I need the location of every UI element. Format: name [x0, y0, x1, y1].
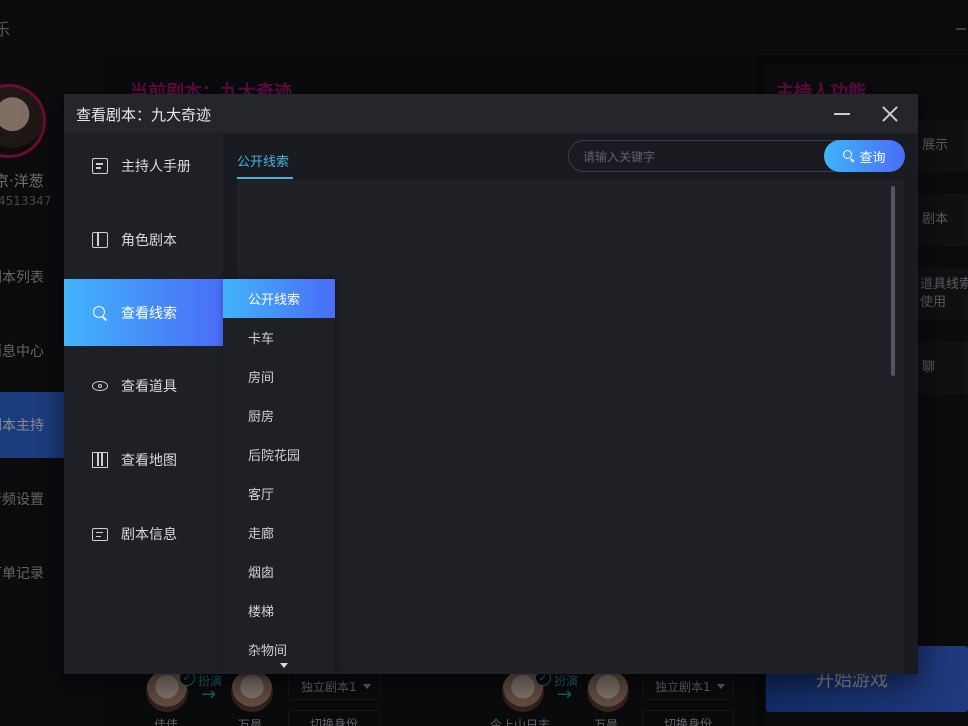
search-input[interactable]: [583, 148, 813, 166]
nav-item-label: 查看线索: [121, 305, 177, 322]
view-script-dialog: 查看剧本：九大奇迹 公开线索 查询 主持人手册 角色剧本 查看线索 查看道具 查…: [64, 94, 918, 674]
nav-item-view-clues[interactable]: 查看线索: [64, 279, 223, 346]
tab-public-clues[interactable]: 公开线索: [237, 151, 289, 170]
submenu-item[interactable]: 卡车: [223, 318, 335, 357]
search-icon: [92, 305, 108, 321]
tab-underline: [237, 177, 293, 179]
dialog-header: 查看剧本：九大奇迹: [64, 94, 918, 133]
nav-item-label: 剧本信息: [121, 527, 177, 543]
nav-item-label: 角色剧本: [121, 233, 177, 249]
caret-down-icon[interactable]: [280, 663, 288, 668]
search-button[interactable]: 查询: [824, 140, 905, 172]
search-icon: [843, 150, 855, 162]
search-box: 查询: [568, 140, 905, 172]
submenu-item[interactable]: 楼梯: [223, 591, 335, 630]
submenu-item[interactable]: 房间: [223, 357, 335, 396]
eye-icon: [92, 378, 108, 394]
submenu-item[interactable]: 走廊: [223, 513, 335, 552]
submenu-item-public[interactable]: 公开线索: [223, 279, 335, 318]
submenu-item[interactable]: 厨房: [223, 396, 335, 435]
minimize-icon[interactable]: [832, 104, 854, 124]
submenu-item[interactable]: 烟囱: [223, 552, 335, 591]
submenu-item[interactable]: 后院花园: [223, 435, 335, 474]
submenu-item[interactable]: 客厅: [223, 474, 335, 513]
clue-list-area: [237, 180, 904, 674]
handbook-icon: [92, 158, 108, 174]
nav-item-label: 查看道具: [121, 379, 177, 395]
search-button-label: 查询: [859, 150, 886, 166]
nav-item-label: 主持人手册: [121, 159, 191, 175]
book-icon: [92, 232, 108, 248]
dialog-nav: 主持人手册 角色剧本 查看线索 查看道具 查看地图 剧本信息: [64, 133, 223, 674]
nav-item-view-props[interactable]: 查看道具: [64, 353, 223, 419]
nav-item-label: 查看地图: [121, 453, 177, 469]
dialog-title: 查看剧本：九大奇迹: [76, 106, 212, 124]
clue-location-submenu: 公开线索 卡车 房间 厨房 后院花园 客厅 走廊 烟囱 楼梯 杂物间: [223, 279, 335, 674]
nav-item-script-info[interactable]: 剧本信息: [64, 501, 223, 567]
scrollbar[interactable]: [891, 186, 895, 376]
nav-item-view-map[interactable]: 查看地图: [64, 427, 223, 493]
info-icon: [92, 527, 108, 541]
nav-item-role-script[interactable]: 角色剧本: [64, 207, 223, 273]
nav-item-host-handbook[interactable]: 主持人手册: [64, 133, 223, 199]
close-icon[interactable]: [878, 102, 902, 126]
submenu-item[interactable]: 杂物间: [223, 630, 335, 669]
map-icon: [92, 452, 108, 468]
